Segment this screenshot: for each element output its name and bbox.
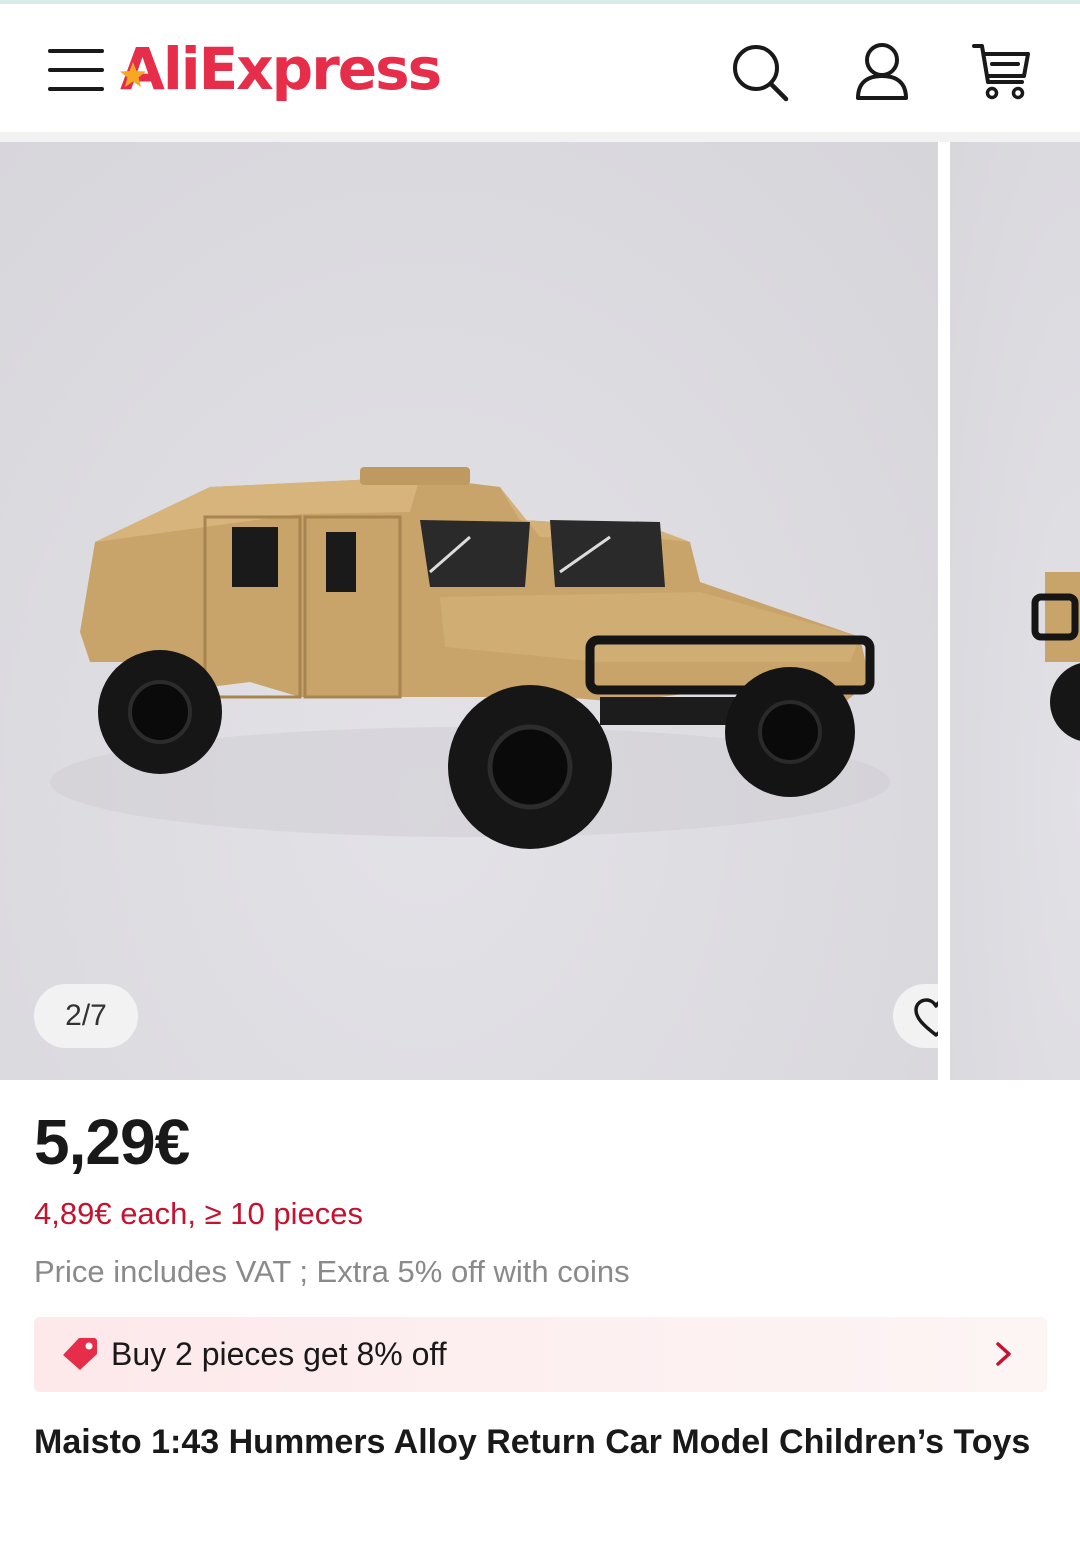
product-title: Maisto 1:43 Hummers Alloy Return Car Mod… <box>34 1423 1031 1461</box>
header-divider <box>0 132 1080 142</box>
logo-star-icon <box>120 62 146 87</box>
product-price: 5,29€ <box>34 1106 190 1178</box>
chevron-right-icon <box>996 1342 1011 1366</box>
cart-icon <box>972 44 1030 100</box>
menu-button[interactable] <box>46 42 106 98</box>
tag-icon <box>63 1338 97 1370</box>
next-product-image[interactable] <box>950 142 1080 1080</box>
promo-banner[interactable]: Buy 2 pieces get 8% off <box>34 1317 1047 1392</box>
search-button[interactable] <box>728 38 792 106</box>
price-note: Price includes VAT ; Extra 5% off with c… <box>34 1254 630 1289</box>
product-gallery[interactable]: 2/7 214 <box>0 142 1080 1080</box>
next-image-peek <box>1031 572 1080 741</box>
cart-button[interactable] <box>970 38 1034 106</box>
product-image[interactable]: 2/7 214 <box>0 142 938 1080</box>
image-counter: 2/7 <box>34 984 138 1048</box>
aliexpress-logo[interactable]: AliExpress <box>120 30 442 110</box>
search-icon <box>733 45 789 102</box>
account-button[interactable] <box>850 38 914 106</box>
logo-text: AliExpress <box>120 35 442 103</box>
heart-icon <box>914 998 938 1037</box>
user-icon <box>856 43 908 100</box>
hummer-toy-image <box>50 467 890 849</box>
menu-icon <box>48 49 104 91</box>
bulk-price: 4,89€ each, ≥ 10 pieces <box>34 1196 363 1231</box>
app-header: AliExpress <box>0 4 1080 132</box>
promo-text: Buy 2 pieces get 8% off <box>111 1336 447 1372</box>
